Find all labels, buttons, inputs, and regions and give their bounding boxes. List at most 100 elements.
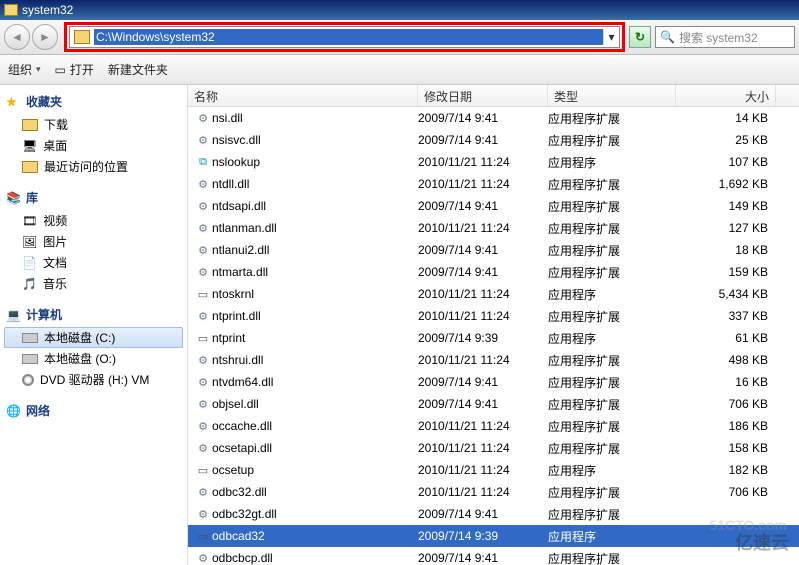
file-row[interactable]: ⚙nsi.dll2009/7/14 9:41应用程序扩展14 KB xyxy=(188,107,799,129)
file-row[interactable]: ⚙ntlanui2.dll2009/7/14 9:41应用程序扩展18 KB xyxy=(188,239,799,261)
file-row[interactable]: ⚙nsisvc.dll2009/7/14 9:41应用程序扩展25 KB xyxy=(188,129,799,151)
sidebar-item-downloads[interactable]: 下载 xyxy=(4,114,183,135)
file-size: 158 KB xyxy=(676,441,768,455)
window-titlebar: system32 xyxy=(0,0,799,20)
file-type: 应用程序扩展 xyxy=(548,264,676,281)
back-button[interactable]: ◄ xyxy=(4,24,30,50)
folder-icon xyxy=(74,30,90,44)
file-type: 应用程序扩展 xyxy=(548,352,676,369)
file-row[interactable]: ⚙odbc32.dll2010/11/21 11:24应用程序扩展706 KB xyxy=(188,481,799,503)
file-date: 2009/7/14 9:41 xyxy=(418,375,548,389)
address-bar[interactable]: C:\Windows\system32 ▾ xyxy=(69,26,620,48)
file-type: 应用程序扩展 xyxy=(548,242,676,259)
file-size: 61 KB xyxy=(676,331,768,345)
desktop-icon: 🖥 xyxy=(22,139,37,153)
file-row[interactable]: ⚙ntlanman.dll2010/11/21 11:24应用程序扩展127 K… xyxy=(188,217,799,239)
address-dropdown-icon[interactable]: ▾ xyxy=(603,30,619,44)
file-icon: ⚙ xyxy=(194,486,212,499)
file-type: 应用程序扩展 xyxy=(548,396,676,413)
file-name: ntprint xyxy=(212,331,418,345)
file-row[interactable]: ⚙occache.dll2010/11/21 11:24应用程序扩展186 KB xyxy=(188,415,799,437)
file-name: odbc32.dll xyxy=(212,485,418,499)
file-name: ntoskrnl xyxy=(212,287,418,301)
libraries-header[interactable]: 📚库 xyxy=(4,187,183,208)
file-name: ntdll.dll xyxy=(212,177,418,191)
file-icon: ⚙ xyxy=(194,354,212,367)
file-icon: ⚙ xyxy=(194,552,212,565)
sidebar-item-documents[interactable]: 📄文档 xyxy=(4,252,183,273)
col-type[interactable]: 类型 xyxy=(548,85,676,106)
file-row[interactable]: ▭odbcad322009/7/14 9:39应用程序 xyxy=(188,525,799,547)
file-row[interactable]: ⧉nslookup2010/11/21 11:24应用程序107 KB xyxy=(188,151,799,173)
file-name: ntprint.dll xyxy=(212,309,418,323)
search-input[interactable]: 🔍 搜索 system32 xyxy=(655,26,795,48)
sidebar-item-dvd[interactable]: DVD 驱动器 (H:) VM xyxy=(4,369,183,390)
sidebar-item-disk-c[interactable]: 本地磁盘 (C:) xyxy=(4,327,183,348)
libraries-group: 📚库 🎞视频 🖼图片 📄文档 🎵音乐 xyxy=(4,187,183,294)
music-icon: 🎵 xyxy=(22,277,37,291)
file-size: 149 KB xyxy=(676,199,768,213)
address-text[interactable]: C:\Windows\system32 xyxy=(94,29,603,45)
col-size[interactable]: 大小 xyxy=(676,85,776,106)
file-row[interactable]: ⚙ntdll.dll2010/11/21 11:24应用程序扩展1,692 KB xyxy=(188,173,799,195)
file-type: 应用程序扩展 xyxy=(548,308,676,325)
dvd-icon xyxy=(22,374,34,386)
file-date: 2009/7/14 9:41 xyxy=(418,507,548,521)
file-row[interactable]: ⚙odbcbcp.dll2009/7/14 9:41应用程序扩展 xyxy=(188,547,799,565)
file-date: 2010/11/21 11:24 xyxy=(418,353,548,367)
file-row[interactable]: ⚙ntprint.dll2010/11/21 11:24应用程序扩展337 KB xyxy=(188,305,799,327)
file-list-area: 名称 修改日期 类型 大小 ⚙nsi.dll2009/7/14 9:41应用程序… xyxy=(188,85,799,565)
document-icon: 📄 xyxy=(22,256,37,270)
file-date: 2009/7/14 9:41 xyxy=(418,133,548,147)
organize-button[interactable]: 组织 xyxy=(8,61,41,78)
file-size: 1,692 KB xyxy=(676,177,768,191)
file-icon: ▭ xyxy=(194,332,212,345)
file-date: 2009/7/14 9:41 xyxy=(418,551,548,565)
toolbar: 组织 ▭打开 新建文件夹 xyxy=(0,55,799,85)
file-date: 2010/11/21 11:24 xyxy=(418,419,548,433)
sidebar-item-videos[interactable]: 🎞视频 xyxy=(4,210,183,231)
file-row[interactable]: ⚙ntvdm64.dll2009/7/14 9:41应用程序扩展16 KB xyxy=(188,371,799,393)
file-size: 706 KB xyxy=(676,485,768,499)
sidebar-item-recent[interactable]: 最近访问的位置 xyxy=(4,156,183,177)
network-header[interactable]: 🌐网络 xyxy=(4,400,183,421)
file-size: 107 KB xyxy=(676,155,768,169)
forward-button[interactable]: ► xyxy=(32,24,58,50)
file-icon: ⚙ xyxy=(194,442,212,455)
sidebar-item-pictures[interactable]: 🖼图片 xyxy=(4,231,183,252)
file-row[interactable]: ⚙ntmarta.dll2009/7/14 9:41应用程序扩展159 KB xyxy=(188,261,799,283)
sidebar-item-music[interactable]: 🎵音乐 xyxy=(4,273,183,294)
file-row[interactable]: ⚙ntdsapi.dll2009/7/14 9:41应用程序扩展149 KB xyxy=(188,195,799,217)
address-bar-highlight: C:\Windows\system32 ▾ xyxy=(64,22,625,52)
open-button[interactable]: ▭打开 xyxy=(55,61,94,78)
file-date: 2009/7/14 9:41 xyxy=(418,243,548,257)
file-row[interactable]: ⚙ntshrui.dll2010/11/21 11:24应用程序扩展498 KB xyxy=(188,349,799,371)
file-name: ntdsapi.dll xyxy=(212,199,418,213)
sidebar-item-disk-o[interactable]: 本地磁盘 (O:) xyxy=(4,348,183,369)
col-name[interactable]: 名称 xyxy=(188,85,418,106)
sidebar-item-desktop[interactable]: 🖥桌面 xyxy=(4,135,183,156)
folder-icon xyxy=(4,4,18,16)
favorites-header[interactable]: ★收藏夹 xyxy=(4,91,183,112)
file-date: 2009/7/14 9:39 xyxy=(418,529,548,543)
computer-header[interactable]: 💻计算机 xyxy=(4,304,183,325)
refresh-button[interactable]: ↻ xyxy=(629,26,651,48)
file-name: odbcad32 xyxy=(212,529,418,543)
file-size: 16 KB xyxy=(676,375,768,389)
new-folder-button[interactable]: 新建文件夹 xyxy=(108,61,168,78)
file-type: 应用程序扩展 xyxy=(548,374,676,391)
file-name: odbc32gt.dll xyxy=(212,507,418,521)
file-row[interactable]: ⚙ocsetapi.dll2010/11/21 11:24应用程序扩展158 K… xyxy=(188,437,799,459)
file-row[interactable]: ▭ocsetup2010/11/21 11:24应用程序182 KB xyxy=(188,459,799,481)
file-row[interactable]: ▭ntprint2009/7/14 9:39应用程序61 KB xyxy=(188,327,799,349)
file-icon: ⚙ xyxy=(194,222,212,235)
file-row[interactable]: ⚙odbc32gt.dll2009/7/14 9:41应用程序扩展 xyxy=(188,503,799,525)
file-row[interactable]: ⚙objsel.dll2009/7/14 9:41应用程序扩展706 KB xyxy=(188,393,799,415)
file-name: nslookup xyxy=(212,155,418,169)
col-date[interactable]: 修改日期 xyxy=(418,85,548,106)
file-icon: ⚙ xyxy=(194,398,212,411)
favorites-group: ★收藏夹 下载 🖥桌面 最近访问的位置 xyxy=(4,91,183,177)
folder-icon xyxy=(22,119,38,131)
search-icon: 🔍 xyxy=(660,30,675,44)
file-row[interactable]: ▭ntoskrnl2010/11/21 11:24应用程序5,434 KB xyxy=(188,283,799,305)
